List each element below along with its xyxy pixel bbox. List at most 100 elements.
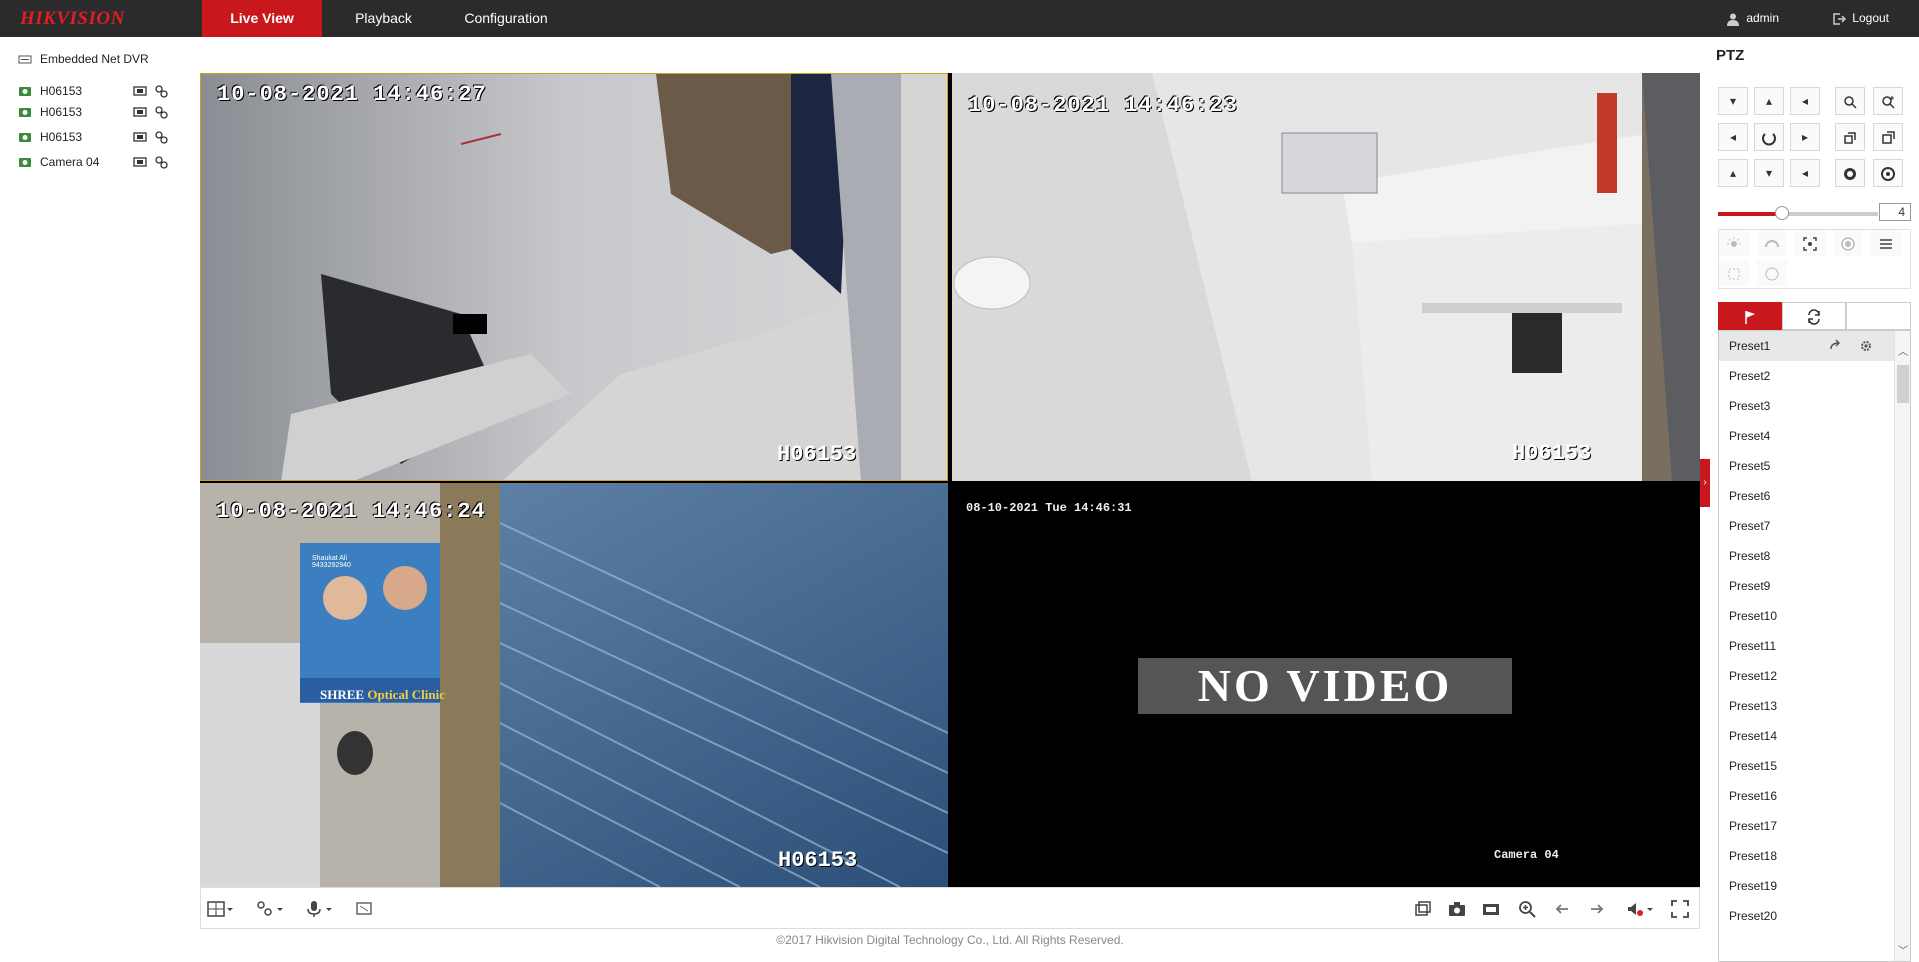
user-menu[interactable]: admin xyxy=(1726,0,1779,37)
chevron-down-icon[interactable] xyxy=(275,900,285,918)
ptz-right-button[interactable]: ▸ xyxy=(1790,123,1820,151)
ptz-speed-value[interactable]: 4 xyxy=(1879,203,1911,221)
tab-patterns[interactable] xyxy=(1846,302,1911,330)
fullscreen-icon[interactable] xyxy=(1671,900,1689,918)
ptz-auto-pan-button[interactable] xyxy=(1754,123,1784,151)
iris-open-icon xyxy=(1844,167,1856,180)
stop-all-icon[interactable] xyxy=(1414,900,1432,918)
logout-button[interactable]: Logout xyxy=(1832,0,1889,37)
preset-row[interactable]: Preset6 xyxy=(1719,481,1895,511)
light-button[interactable] xyxy=(1719,230,1749,256)
tree-camera-2[interactable]: H06153 xyxy=(18,102,193,122)
preset-row[interactable]: Preset19 xyxy=(1719,871,1895,901)
video-window-1[interactable]: 10-08-2021 14:46:27 H06153 xyxy=(200,73,948,481)
preset-row[interactable]: Preset11 xyxy=(1719,631,1895,661)
preset-row[interactable]: Preset9 xyxy=(1719,571,1895,601)
record-icon[interactable] xyxy=(133,156,147,168)
ptz-up-button[interactable]: ▴ xyxy=(1754,87,1784,115)
ptz-speed-knob[interactable] xyxy=(1775,206,1789,220)
tab-live-view[interactable]: Live View xyxy=(202,0,322,37)
record-all-icon[interactable] xyxy=(1482,900,1500,918)
preset-row[interactable]: Preset2 xyxy=(1719,361,1895,391)
ptz-up-left-button[interactable]: ▾ xyxy=(1718,87,1748,115)
tree-camera-3[interactable]: H06153 xyxy=(18,127,193,147)
iris-open-button[interactable] xyxy=(1835,159,1865,187)
window-layout-icon[interactable] xyxy=(207,900,225,918)
chevron-down-icon[interactable] xyxy=(225,900,235,918)
preset-row[interactable]: Preset3 xyxy=(1719,391,1895,421)
chevron-down-icon[interactable] xyxy=(1645,900,1655,918)
preset-row[interactable]: Preset12 xyxy=(1719,661,1895,691)
preset-row[interactable]: Preset13 xyxy=(1719,691,1895,721)
menu-icon xyxy=(1880,239,1892,249)
preset-row[interactable]: Preset8 xyxy=(1719,541,1895,571)
iris-close-button[interactable] xyxy=(1873,159,1903,187)
preset-row[interactable]: Preset5 xyxy=(1719,451,1895,481)
ptz-control-icon[interactable] xyxy=(154,105,168,119)
digital-zoom-icon[interactable] xyxy=(1518,900,1536,918)
record-icon[interactable] xyxy=(133,106,147,118)
ptz-down-right-button[interactable]: ◂ xyxy=(1790,159,1820,187)
preset-row[interactable]: Preset16 xyxy=(1719,781,1895,811)
zero-channel-icon[interactable] xyxy=(355,900,373,918)
ptz-speed-slider[interactable] xyxy=(1718,206,1878,220)
tree-root[interactable]: Embedded Net DVR xyxy=(18,49,193,69)
tree-camera-4[interactable]: Camera 04 xyxy=(18,152,193,172)
scroll-thumb[interactable] xyxy=(1897,365,1909,403)
call-preset-icon[interactable] xyxy=(1829,339,1843,353)
preset-row[interactable]: Preset18 xyxy=(1719,841,1895,871)
tab-playback[interactable]: Playback xyxy=(340,0,427,37)
video-window-3[interactable]: Shaukat Ali 9433292940 SHREE Optical Cli… xyxy=(200,483,948,887)
preset-row[interactable]: Preset17 xyxy=(1719,811,1895,841)
preset-scrollbar[interactable]: ︿ ﹀ xyxy=(1894,331,1910,961)
preset-row[interactable]: Preset4 xyxy=(1719,421,1895,451)
audio-muted-icon[interactable] xyxy=(1626,900,1644,918)
ptz-up-right-button[interactable]: ◂ xyxy=(1790,87,1820,115)
preset-row[interactable]: Preset10 xyxy=(1719,601,1895,631)
capture-icon[interactable] xyxy=(1448,900,1466,918)
preset-row[interactable]: Preset15 xyxy=(1719,751,1895,781)
focus-near-button[interactable] xyxy=(1835,123,1865,151)
lens-init-button[interactable] xyxy=(1833,230,1863,256)
dvr-icon xyxy=(18,55,32,64)
next-page-icon[interactable] xyxy=(1588,900,1606,918)
stream-type-icon[interactable] xyxy=(256,900,274,918)
zoom-in-button[interactable] xyxy=(1873,87,1903,115)
zoom-out-button[interactable] xyxy=(1835,87,1865,115)
wiper-icon xyxy=(1765,239,1779,247)
video-window-2[interactable]: 10-08-2021 14:46:23 H06153 xyxy=(952,73,1700,481)
gear-icon[interactable] xyxy=(1859,339,1873,353)
preset-row[interactable]: Preset7 xyxy=(1719,511,1895,541)
ptz-left-button[interactable]: ◂ xyxy=(1718,123,1748,151)
hikvision-logo: HIKVISION xyxy=(20,8,125,29)
ptz-control-icon[interactable] xyxy=(154,155,168,169)
record-icon[interactable] xyxy=(133,131,147,143)
wiper-button[interactable] xyxy=(1757,230,1787,256)
tab-configuration[interactable]: Configuration xyxy=(452,0,560,37)
ptz-control-icon[interactable] xyxy=(154,84,168,98)
ptz-down-button[interactable]: ▾ xyxy=(1754,159,1784,187)
3d-positioning-button[interactable] xyxy=(1757,260,1787,286)
preset-label: Preset15 xyxy=(1729,759,1778,773)
preset-label: Preset2 xyxy=(1729,369,1771,383)
collapse-panel-button[interactable]: › xyxy=(1700,459,1710,507)
preset-row[interactable]: Preset20 xyxy=(1719,901,1895,931)
scroll-up-icon[interactable]: ︿ xyxy=(1898,343,1908,358)
tab-patrols[interactable] xyxy=(1782,302,1846,330)
chevron-down-icon[interactable] xyxy=(324,900,334,918)
record-icon[interactable] xyxy=(133,85,147,97)
ptz-menu-button[interactable] xyxy=(1871,230,1901,256)
preset-row[interactable]: Preset1 xyxy=(1719,331,1895,361)
microphone-icon[interactable] xyxy=(305,900,323,918)
video-window-4[interactable]: 08-10-2021 Tue 14:46:31 NO VIDEO Camera … xyxy=(952,483,1700,887)
tab-presets[interactable] xyxy=(1718,302,1782,330)
auxiliary-focus-button[interactable] xyxy=(1795,230,1825,256)
ptz-control-icon[interactable] xyxy=(154,130,168,144)
manual-tracking-button[interactable] xyxy=(1719,260,1749,286)
ptz-down-left-button[interactable]: ▴ xyxy=(1718,159,1748,187)
previous-page-icon[interactable] xyxy=(1553,900,1571,918)
preset-row[interactable]: Preset14 xyxy=(1719,721,1895,751)
focus-far-button[interactable] xyxy=(1873,123,1903,151)
tree-camera-1[interactable]: H06153 xyxy=(18,81,193,101)
tree-camera-label: H06153 xyxy=(40,84,83,98)
